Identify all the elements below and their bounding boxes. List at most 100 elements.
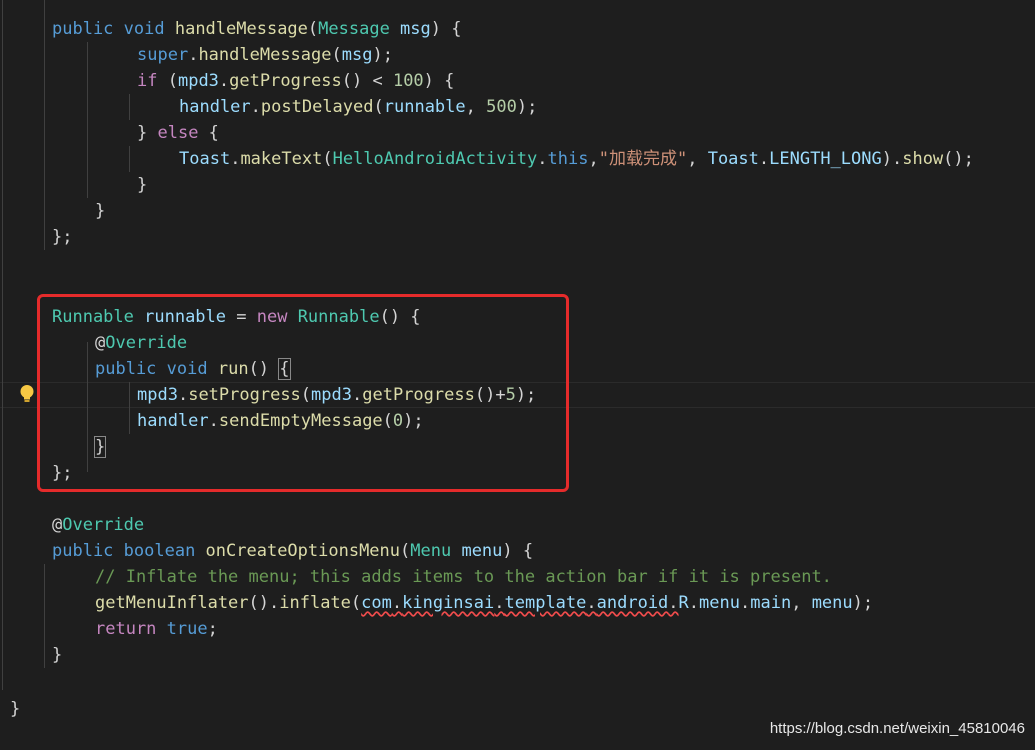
code-token: true bbox=[166, 619, 208, 639]
code-token: runnable bbox=[383, 97, 466, 117]
code-token: . bbox=[740, 593, 751, 613]
code-token: public bbox=[52, 19, 124, 39]
code-token: ); bbox=[852, 593, 874, 613]
code-token: ). bbox=[881, 149, 903, 169]
code-token: ( bbox=[307, 19, 319, 39]
code-token: menu bbox=[461, 541, 503, 561]
code-token: { bbox=[208, 123, 219, 143]
indent-guide bbox=[87, 42, 88, 198]
code-token: . bbox=[494, 593, 505, 613]
code-token: super bbox=[137, 45, 189, 65]
code-token: if bbox=[137, 71, 168, 91]
code-line[interactable]: } else { bbox=[137, 120, 219, 146]
code-token: menu bbox=[811, 593, 853, 613]
code-token: ( bbox=[322, 149, 333, 169]
code-line[interactable]: }; bbox=[52, 224, 72, 250]
code-token: () < bbox=[341, 71, 393, 91]
code-token: msg bbox=[400, 19, 431, 39]
watermark-url: https://blog.csdn.net/weixin_45810046 bbox=[769, 720, 1025, 737]
code-token: . bbox=[218, 71, 230, 91]
code-token: kinginsai bbox=[402, 593, 495, 613]
code-token: 500 bbox=[486, 97, 517, 117]
code-token: . bbox=[250, 97, 261, 117]
code-token: Menu bbox=[410, 541, 462, 561]
code-line[interactable]: public boolean onCreateOptionsMenu(Menu … bbox=[52, 538, 533, 564]
code-token: . bbox=[758, 149, 770, 169]
indent-guide bbox=[129, 94, 130, 120]
code-token: . bbox=[668, 593, 679, 613]
code-token: Toast bbox=[179, 149, 231, 169]
code-line[interactable]: @Override bbox=[52, 512, 144, 538]
code-token: handleMessage bbox=[174, 19, 308, 39]
code-line[interactable]: if (mpd3.getProgress() < 100) { bbox=[137, 68, 454, 94]
code-token: android bbox=[596, 593, 669, 613]
code-line[interactable]: getMenuInflater().inflate(com.kinginsai.… bbox=[95, 590, 873, 616]
code-token: , bbox=[465, 97, 487, 117]
code-line[interactable]: super.handleMessage(msg); bbox=[137, 42, 393, 68]
code-token: @ bbox=[52, 515, 63, 535]
code-token: msg bbox=[341, 45, 373, 65]
indent-guide bbox=[2, 0, 3, 690]
code-token: Override bbox=[62, 515, 145, 535]
code-token: . bbox=[188, 45, 199, 65]
code-token: R bbox=[678, 593, 689, 613]
indent-guide bbox=[44, 0, 45, 250]
code-token: ); bbox=[516, 97, 538, 117]
lightbulb-icon[interactable] bbox=[18, 384, 36, 404]
code-token: public bbox=[52, 541, 124, 561]
code-token: } bbox=[10, 699, 21, 719]
code-token: ) { bbox=[423, 71, 455, 91]
code-line[interactable]: return true; bbox=[95, 616, 218, 642]
code-token: main bbox=[750, 593, 792, 613]
code-token: (); bbox=[943, 149, 974, 169]
code-line[interactable]: } bbox=[10, 696, 20, 722]
code-editor[interactable]: public void handleMessage(Message msg) {… bbox=[0, 0, 1035, 750]
code-token: . bbox=[537, 149, 548, 169]
code-token: (). bbox=[248, 593, 280, 613]
indent-guide bbox=[129, 146, 130, 172]
code-token: ( bbox=[400, 541, 411, 561]
code-token: menu bbox=[699, 593, 740, 613]
code-line[interactable]: Toast.makeText(HelloAndroidActivity.this… bbox=[179, 146, 974, 172]
code-token: } bbox=[137, 175, 148, 195]
code-line[interactable]: // Inflate the menu; this adds items to … bbox=[95, 564, 832, 590]
code-token: ); bbox=[372, 45, 393, 65]
code-token: else bbox=[157, 123, 209, 143]
code-line[interactable]: } bbox=[95, 198, 105, 224]
code-token: , bbox=[791, 593, 812, 613]
code-token: ; bbox=[207, 619, 218, 639]
code-token: template bbox=[504, 593, 587, 613]
code-token: mpd3 bbox=[177, 71, 219, 91]
annotation-highlight-box bbox=[37, 294, 569, 492]
code-token: Toast bbox=[707, 149, 759, 169]
code-token: handleMessage bbox=[198, 45, 332, 65]
code-token: inflate bbox=[279, 593, 351, 613]
code-token: . bbox=[586, 593, 597, 613]
code-token: ( bbox=[167, 71, 178, 91]
code-token: ( bbox=[373, 97, 384, 117]
code-token: ) { bbox=[502, 541, 534, 561]
code-token: ( bbox=[331, 45, 342, 65]
code-token: void bbox=[123, 19, 175, 39]
code-token: getMenuInflater bbox=[95, 593, 249, 613]
code-token: ( bbox=[350, 593, 362, 613]
code-token: ) { bbox=[430, 19, 462, 39]
code-line[interactable]: } bbox=[137, 172, 147, 198]
code-token: , bbox=[588, 149, 599, 169]
code-token: Message bbox=[318, 19, 401, 39]
code-token: . bbox=[230, 149, 241, 169]
code-token: handler bbox=[179, 97, 251, 117]
code-token: LENGTH_LONG bbox=[769, 149, 882, 169]
code-token: } bbox=[95, 201, 106, 221]
code-token: this bbox=[547, 149, 589, 169]
code-token: getProgress bbox=[229, 71, 342, 91]
code-token: show bbox=[902, 149, 944, 169]
code-line[interactable]: } bbox=[52, 642, 62, 668]
code-token: . bbox=[391, 593, 403, 613]
code-token: return bbox=[95, 619, 167, 639]
code-line[interactable]: public void handleMessage(Message msg) { bbox=[52, 16, 461, 42]
code-token: onCreateOptionsMenu bbox=[205, 541, 401, 561]
code-token: "加载完成" bbox=[598, 149, 688, 169]
code-line[interactable]: handler.postDelayed(runnable, 500); bbox=[179, 94, 537, 120]
code-token: }; bbox=[52, 227, 73, 247]
